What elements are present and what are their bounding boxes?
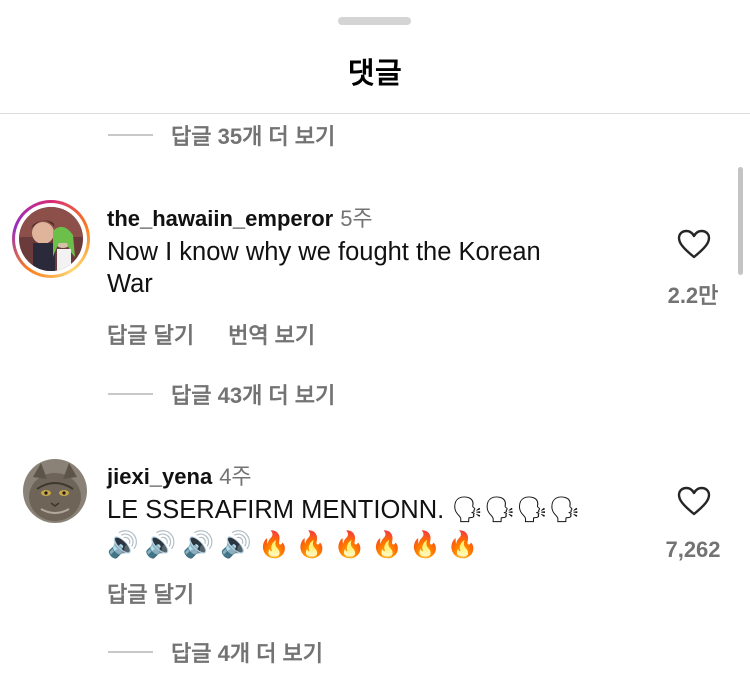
view-replies-button[interactable]: 답글 35개 더 보기 bbox=[108, 119, 335, 151]
view-replies-button[interactable]: 답글 4개 더 보기 bbox=[108, 636, 323, 668]
comment-actions: 답글 달기 bbox=[107, 577, 194, 609]
view-replies-label: 답글 43개 더 보기 bbox=[171, 383, 336, 408]
replies-line bbox=[108, 393, 153, 395]
heart-icon[interactable] bbox=[677, 486, 711, 516]
username-text: jiexi_yena bbox=[107, 464, 213, 489]
comment-actions: 답글 달기 번역 보기 bbox=[107, 318, 315, 350]
avatar-ring-gap bbox=[15, 203, 87, 275]
comment-username[interactable]: jiexi_yena 4주 bbox=[107, 459, 252, 491]
avatar[interactable] bbox=[23, 459, 87, 523]
comment-text-line-1: LE SSERAFIRM MENTIONN. 🗣🗣🗣🗣 bbox=[107, 496, 581, 524]
view-replies-label: 답글 4개 더 보기 bbox=[171, 641, 324, 666]
like-count: 7,262 bbox=[665, 537, 721, 562]
scrollbar[interactable] bbox=[738, 167, 743, 275]
heart-icon[interactable] bbox=[677, 229, 711, 259]
avatar-image bbox=[23, 459, 87, 523]
sheet-title: 댓글 bbox=[347, 58, 403, 90]
reply-button[interactable]: 답글 달기 bbox=[107, 318, 194, 350]
reply-button[interactable]: 답글 달기 bbox=[107, 577, 194, 609]
comment-text-line-1: Now I know why we fought the Korean bbox=[107, 238, 541, 266]
avatar bbox=[19, 207, 83, 271]
comment-text-line-2: 🔊🔊🔊🔊🔥🔥🔥🔥🔥🔥 bbox=[107, 530, 485, 560]
drag-handle[interactable] bbox=[338, 17, 411, 25]
like-count: 2.2만 bbox=[667, 283, 719, 308]
view-replies-button[interactable]: 답글 43개 더 보기 bbox=[108, 378, 335, 410]
comments-sheet: 댓글 답글 35개 더 보기 the_hawaiin_emperor 5주 No… bbox=[0, 0, 750, 698]
view-replies-label: 답글 35개 더 보기 bbox=[171, 124, 336, 149]
replies-line bbox=[108, 134, 153, 136]
translate-button[interactable]: 번역 보기 bbox=[228, 318, 315, 350]
comment-text-line-2: War bbox=[107, 270, 153, 298]
comment-username[interactable]: the_hawaiin_emperor 5주 bbox=[107, 201, 373, 233]
username-text: the_hawaiin_emperor bbox=[107, 206, 334, 231]
replies-line bbox=[108, 651, 153, 653]
story-ring[interactable] bbox=[12, 200, 90, 278]
header-divider bbox=[0, 113, 750, 114]
comment-time: 5주 bbox=[340, 206, 373, 231]
avatar-image bbox=[19, 207, 83, 271]
comment-time: 4주 bbox=[219, 464, 252, 489]
